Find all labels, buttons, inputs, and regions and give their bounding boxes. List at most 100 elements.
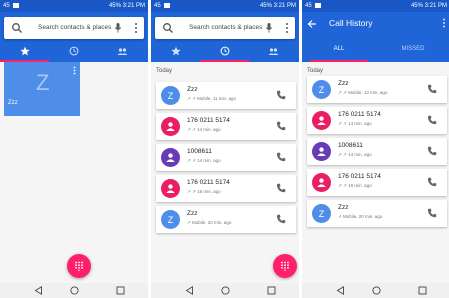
phone-icon[interactable]: [427, 146, 437, 156]
page-title: Call History: [329, 18, 373, 28]
mic-icon[interactable]: [265, 22, 273, 34]
tab-recents[interactable]: [200, 40, 249, 62]
person-icon: [317, 116, 326, 125]
call-log-row[interactable]: Z Zzz ↗ ↗ Mobile, 13 min. ago: [307, 76, 447, 103]
phone-icon[interactable]: [427, 84, 437, 94]
tab-contacts[interactable]: [249, 40, 298, 62]
contact-name: 176 0211 5174: [187, 117, 230, 124]
call-detail: ↗ ↗ 14 min. ago: [338, 152, 372, 158]
call-detail: ↗ ↗ 19 min. ago: [338, 183, 372, 189]
phone-icon[interactable]: [427, 177, 437, 187]
favorite-contact-tile[interactable]: Z Zzz: [4, 62, 80, 116]
contact-name: 1008611: [187, 148, 212, 155]
call-detail: ↗ ↗ 14 min. ago: [187, 127, 221, 133]
dialpad-button[interactable]: [67, 254, 91, 278]
dialer-favorites-screen: 45 45% 3:21 PM Search contacts & places: [0, 0, 148, 298]
nav-back-icon[interactable]: [185, 286, 194, 295]
favorite-name: Zzz: [8, 100, 18, 106]
contact-avatar[interactable]: [312, 142, 331, 161]
call-log-row[interactable]: 1008611 ↗ ↗ 14 min. ago: [156, 144, 296, 171]
battery-percent: 45%: [108, 3, 121, 9]
contact-avatar[interactable]: [312, 173, 331, 192]
search-placeholder[interactable]: Search contacts & places: [189, 24, 262, 31]
outgoing-call-icon: ↗ ↗: [187, 127, 196, 132]
contact-avatar[interactable]: [161, 179, 180, 198]
contact-avatar[interactable]: Z: [161, 210, 180, 229]
tab-favorites[interactable]: [151, 40, 200, 62]
call-log-row[interactable]: 176 0211 5174 ↗ ↗ 19 min. ago: [156, 175, 296, 202]
call-log-row[interactable]: Z Zzz ↗ Mobile, 20 min. ago: [307, 200, 447, 227]
status-bar: 45 45% 3:21 PM: [302, 0, 449, 12]
contact-avatar[interactable]: [161, 117, 180, 136]
call-time-text: 14 min. ago: [348, 152, 372, 157]
outgoing-call-icon: ↗ ↗: [187, 158, 196, 163]
phone-icon[interactable]: [427, 208, 437, 218]
clock-icon: [69, 46, 78, 56]
more-options-icon[interactable]: [73, 66, 76, 75]
status-left-text: 45: [3, 3, 10, 9]
contact-name: Zzz: [187, 86, 198, 93]
phone-icon[interactable]: [276, 90, 286, 100]
contact-avatar[interactable]: [161, 148, 180, 167]
contact-name: 176 0211 5174: [187, 179, 230, 186]
contact-name: 176 0211 5174: [338, 173, 381, 180]
system-nav-bar: [151, 283, 299, 298]
status-time: 3:21 PM: [122, 3, 145, 9]
app-bar: Search contacts & places: [0, 12, 148, 62]
call-time-text: 14 min. ago: [348, 121, 372, 126]
phone-icon[interactable]: [276, 121, 286, 131]
call-detail: ↗ Mobile, 20 min. ago: [338, 214, 382, 220]
tab-recents[interactable]: [49, 40, 98, 62]
nav-recent-icon[interactable]: [418, 286, 427, 295]
call-time-text: 14 min. ago: [197, 158, 221, 163]
overflow-menu-icon[interactable]: [285, 21, 289, 35]
contact-avatar[interactable]: Z: [312, 80, 331, 99]
battery-percent: 45%: [410, 3, 423, 9]
contact-avatar[interactable]: Z: [312, 204, 331, 223]
search-placeholder[interactable]: Search contacts & places: [38, 24, 111, 31]
status-left-text: 45: [154, 3, 161, 9]
nav-home-icon[interactable]: [372, 286, 381, 295]
search-icon[interactable]: [162, 22, 174, 34]
call-log-row[interactable]: 176 0211 5174 ↗ ↗ 14 min. ago: [156, 113, 296, 140]
outgoing-call-icon: ↗ ↗: [187, 96, 196, 101]
call-log-row[interactable]: Z Zzz ↗ ↗ Mobile, 11 min. ago: [156, 82, 296, 109]
call-time-text: Mobile, 20 min. ago: [343, 214, 383, 219]
tab-contacts[interactable]: [98, 40, 147, 62]
tab-missed[interactable]: MISSED: [376, 42, 449, 62]
avatar-initial: Z: [318, 84, 325, 95]
tab-favorites[interactable]: [0, 40, 49, 62]
phone-icon[interactable]: [276, 183, 286, 193]
app-bar: Call History ALL MISSED: [302, 12, 449, 62]
nav-home-icon[interactable]: [70, 286, 79, 295]
call-log-row[interactable]: 176 0211 5174 ↗ ↗ 19 min. ago: [307, 169, 447, 196]
contact-avatar[interactable]: Z: [161, 86, 180, 105]
phone-icon[interactable]: [427, 115, 437, 125]
nav-back-icon[interactable]: [336, 286, 345, 295]
phone-icon[interactable]: [276, 152, 286, 162]
nav-back-icon[interactable]: [34, 286, 43, 295]
overflow-menu-icon[interactable]: [442, 17, 446, 29]
contact-avatar[interactable]: [312, 111, 331, 130]
call-log-row[interactable]: 176 0211 5174 ↗ ↗ 14 min. ago: [307, 107, 447, 134]
nav-home-icon[interactable]: [221, 286, 230, 295]
call-log-row[interactable]: Z Zzz ↗ Mobile, 20 min. ago: [156, 206, 296, 233]
notification-icon: [314, 2, 321, 8]
call-log-row[interactable]: 1008611 ↗ ↗ 14 min. ago: [307, 138, 447, 165]
person-icon: [317, 147, 326, 156]
mic-icon[interactable]: [114, 22, 122, 34]
search-box[interactable]: Search contacts & places: [155, 17, 295, 39]
search-icon[interactable]: [11, 22, 23, 34]
nav-recent-icon[interactable]: [267, 286, 276, 295]
tab-all[interactable]: ALL: [302, 42, 376, 62]
back-arrow-icon[interactable]: [307, 19, 317, 29]
tab-bar: [0, 40, 148, 62]
phone-icon[interactable]: [276, 214, 286, 224]
contact-name: Zzz: [338, 80, 349, 87]
search-box[interactable]: Search contacts & places: [4, 17, 144, 39]
tab-bar: [151, 40, 299, 62]
nav-recent-icon[interactable]: [116, 286, 125, 295]
overflow-menu-icon[interactable]: [134, 21, 138, 35]
person-icon: [317, 178, 326, 187]
dialpad-button[interactable]: [273, 254, 297, 278]
